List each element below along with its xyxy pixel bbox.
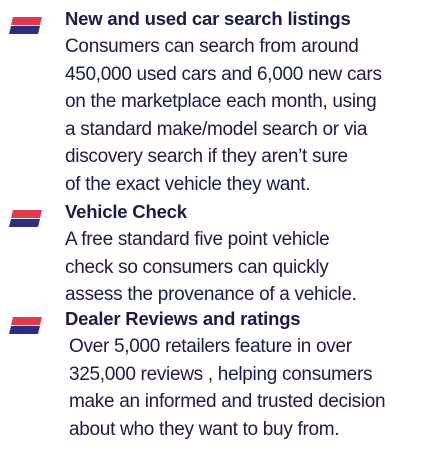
flag-icon: [9, 17, 42, 34]
flag-icon: [9, 317, 42, 334]
feature-description: Consumers can search from around 450,000…: [65, 36, 382, 195]
feature-title: Dealer Reviews and ratings: [65, 308, 301, 329]
feature-description: Over 5,000 retailers feature in over 325…: [69, 336, 386, 440]
feature-description: A free standard five point vehicle check…: [65, 229, 357, 305]
flag-icon: [9, 210, 42, 227]
feature-title: Vehicle Check: [65, 201, 187, 222]
feature-list: New and used car search listings Consume…: [0, 0, 442, 456]
feature-title: New and used car search listings: [65, 8, 351, 29]
